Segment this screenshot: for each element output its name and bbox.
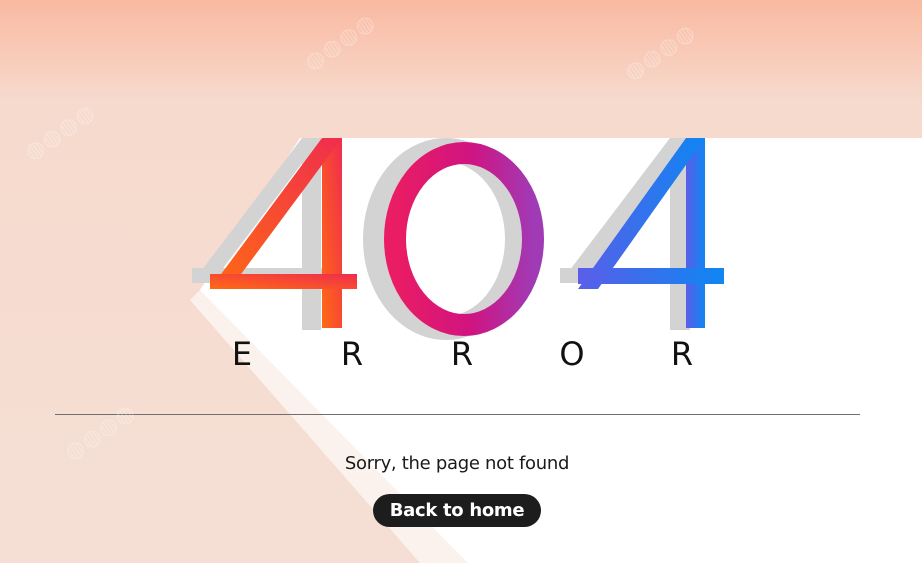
error-page: E R R O R Sorry, the page not found Back… [0,0,922,563]
error-letter: O [559,335,585,373]
error-letter: R [340,335,364,373]
not-found-message: Sorry, the page not found [344,453,570,474]
error-letter: R [670,335,694,373]
error-letter: E [231,335,253,373]
divider-line [55,414,860,415]
error-letter: R [450,335,474,373]
error-404-graphic [190,138,922,563]
error-label: E R R O R [222,338,702,370]
back-to-home-button[interactable]: Back to home [373,494,541,527]
